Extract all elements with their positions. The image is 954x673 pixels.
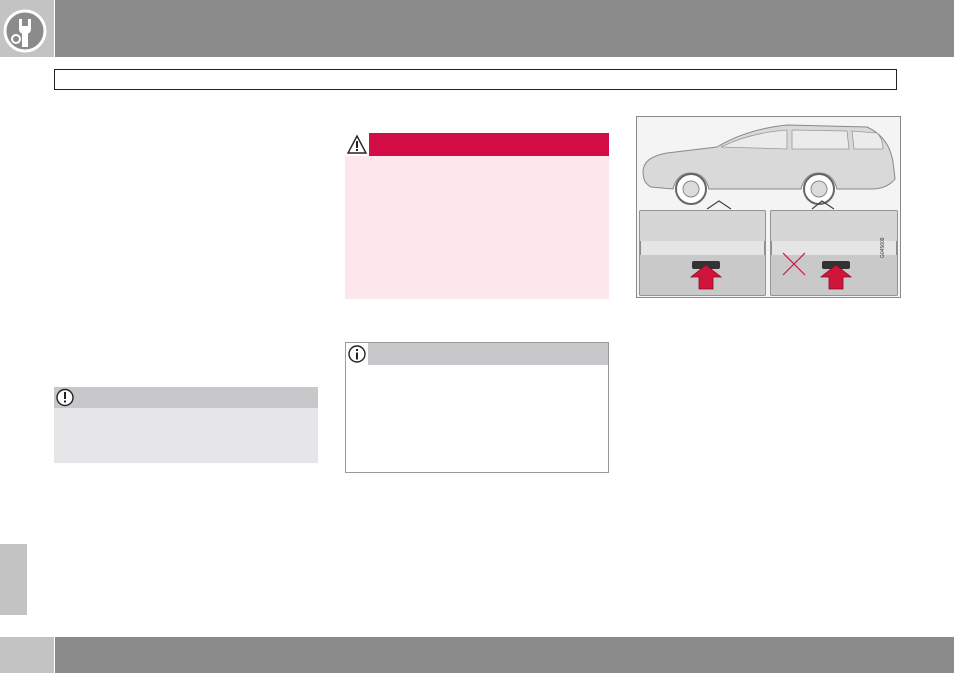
important-box-header	[54, 387, 318, 408]
page-footer	[0, 637, 954, 673]
section-title-box	[54, 69, 897, 90]
note-box-header	[346, 343, 608, 365]
footer-stripe	[55, 637, 954, 673]
info-icon	[348, 345, 366, 363]
warning-box-header	[345, 133, 609, 156]
note-box	[345, 342, 609, 473]
warning-box	[345, 133, 609, 299]
chapter-side-tab[interactable]	[0, 544, 27, 615]
jacking-points-illustration	[636, 116, 901, 298]
page-number-cell	[0, 637, 54, 673]
car-side-illustration	[639, 124, 898, 296]
header-stripe	[55, 0, 954, 57]
important-box	[54, 387, 318, 463]
page-header	[0, 0, 954, 57]
header-icon-cell	[0, 0, 54, 57]
illustration-code: G045609	[880, 237, 886, 258]
info-icon-cell	[346, 343, 368, 365]
exclamation-icon	[56, 388, 74, 407]
warning-icon-cell	[345, 133, 369, 156]
wrench-gear-icon	[3, 9, 47, 53]
warning-triangle-icon	[346, 134, 368, 154]
